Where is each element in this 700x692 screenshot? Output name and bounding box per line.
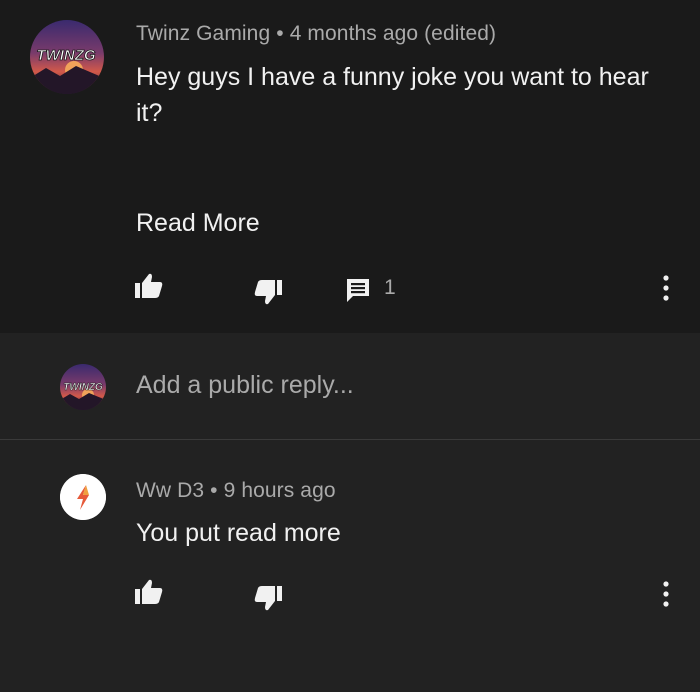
read-more-link[interactable]: Read More xyxy=(136,209,260,238)
comment-text: Hey guys I have a funny joke you want to… xyxy=(136,63,649,127)
user-avatar: TWINZG xyxy=(60,364,106,410)
avatar-logo-text: TWINZG xyxy=(36,47,95,64)
more-vert-icon xyxy=(663,275,669,301)
reply-more-options-button[interactable] xyxy=(662,580,670,608)
public-reply-input[interactable]: Add a public reply... xyxy=(136,371,354,400)
like-button[interactable] xyxy=(134,272,164,300)
meta-separator: • xyxy=(276,22,284,45)
meta-separator: • xyxy=(210,479,218,502)
comment-author[interactable]: Twinz Gaming xyxy=(136,22,270,45)
reply-count[interactable]: 1 xyxy=(384,276,396,300)
comment-time[interactable]: 4 months ago (edited) xyxy=(290,22,496,45)
reply-like-button[interactable] xyxy=(134,578,164,606)
comment-meta: Twinz Gaming • 4 months ago (edited) xyxy=(136,22,496,46)
avatar-logo-text: TWINZG xyxy=(63,382,103,393)
reply-dislike-button[interactable] xyxy=(253,584,283,612)
reply-meta: Ww D3 • 9 hours ago xyxy=(136,479,336,503)
thumbs-down-icon xyxy=(254,280,282,305)
reply-comment xyxy=(0,440,700,692)
more-vert-icon xyxy=(663,581,669,607)
thumbs-up-icon xyxy=(135,579,163,604)
reply-author[interactable]: Ww D3 xyxy=(136,479,204,502)
thumbs-down-icon xyxy=(254,586,282,611)
reply-text: You put read more xyxy=(136,519,341,547)
lightning-bolt-icon xyxy=(60,474,106,520)
reply-button[interactable] xyxy=(345,277,371,303)
reply-avatar[interactable] xyxy=(60,474,106,520)
avatar[interactable]: TWINZG xyxy=(30,20,104,94)
comment-icon xyxy=(347,279,369,302)
comment-thread: TWINZG Twinz Gaming • 4 months ago (edited… xyxy=(0,0,700,692)
channel-avatar-image: TWINZG xyxy=(30,20,104,94)
dislike-button[interactable] xyxy=(253,278,283,306)
reply-time[interactable]: 9 hours ago xyxy=(224,479,336,502)
channel-avatar-image: TWINZG xyxy=(60,364,106,410)
more-options-button[interactable] xyxy=(662,274,670,302)
thumbs-up-icon xyxy=(135,273,163,298)
